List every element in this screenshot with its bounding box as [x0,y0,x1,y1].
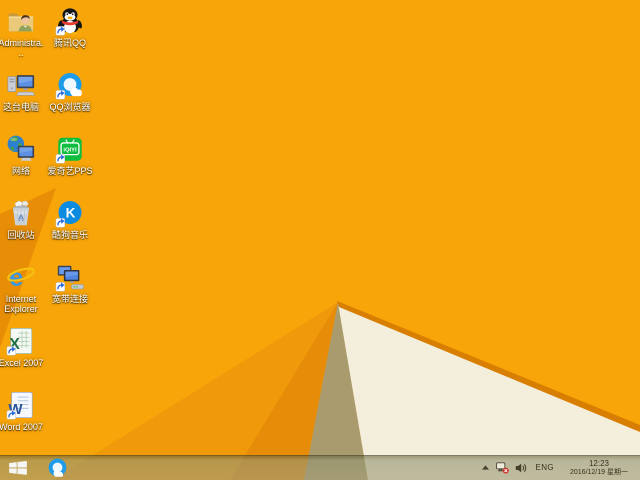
chevron-up-icon [481,463,490,472]
show-hidden-icons-button[interactable] [481,455,490,480]
ie-e-glyph: e [9,264,23,292]
desktop[interactable]: Administra... 这台电脑 网络 [0,0,640,480]
desktop-icon-network[interactable]: 网络 [0,134,44,176]
taskbar: ENG 12:23 2016/12/19 星期一 [0,455,640,480]
iqiyi-icon: iQIYI [55,134,85,164]
icon-label: 腾讯QQ [47,38,93,48]
wallpaper-image [0,0,640,480]
icon-label: Word 2007 [0,422,44,432]
iqiyi-wordmark: iQIYI [63,147,77,153]
input-language-indicator[interactable]: ENG [533,463,556,472]
volume-tray-icon[interactable] [515,455,527,480]
icon-label: Administra... [0,38,44,58]
network-status-tray-icon[interactable] [496,455,509,480]
shortcut-arrow-icon [56,218,65,227]
icon-label: Excel 2007 [0,358,44,368]
icon-label: 回收站 [0,230,44,240]
shortcut-arrow-icon [56,282,65,291]
system-tray: ENG 12:23 2016/12/19 星期一 [481,455,640,480]
taskbar-clock[interactable]: 12:23 2016/12/19 星期一 [562,455,636,480]
clock-date: 2016/12/19 星期一 [570,468,628,477]
shortcut-arrow-icon [7,346,16,355]
desktop-icon-kugou-music[interactable]: K 酷狗音乐 [47,198,93,240]
icon-label: Internet Explorer [0,294,44,314]
desktop-icon-broadband-connection[interactable]: 宽带连接 [47,262,93,304]
qq-browser-icon [47,457,68,478]
taskbar-qq-browser-button[interactable] [44,455,71,480]
icon-label: 网络 [0,166,44,176]
desktop-icon-excel-2007[interactable]: X Excel 2007 [0,326,44,368]
clock-time: 12:23 [589,459,609,468]
desktop-icon-tencent-qq[interactable]: 腾讯QQ [47,6,93,48]
user-folder-icon [6,6,36,36]
network-disconnected-icon [496,461,509,474]
desktop-icon-administrator[interactable]: Administra... [0,6,44,58]
excel-icon: X [6,326,36,356]
shortcut-arrow-icon [56,26,65,35]
icon-label: 爱奇艺PPS [47,166,93,176]
start-button[interactable] [0,455,36,480]
qq-penguin-icon [55,6,85,36]
kugou-k-glyph: K [66,206,76,221]
shortcut-arrow-icon [56,154,65,163]
windows-logo-icon [9,461,27,475]
kugou-icon: K [55,198,85,228]
desktop-icon-recycle-bin[interactable]: 回收站 [0,198,44,240]
desktop-icon-qq-browser[interactable]: QQ浏览器 [47,70,93,112]
internet-explorer-icon: e [6,262,36,292]
icon-label: 这台电脑 [0,102,44,112]
icon-label: 宽带连接 [47,294,93,304]
desktop-icon-iqiyi-pps[interactable]: iQIYI 爱奇艺PPS [47,134,93,176]
network-globe-icon [6,134,36,164]
desktop-icon-internet-explorer[interactable]: e Internet Explorer [0,262,44,314]
computer-icon [6,70,36,100]
speaker-icon [515,462,527,474]
icon-label: QQ浏览器 [47,102,93,112]
broadband-connection-icon [55,262,85,292]
shortcut-arrow-icon [7,410,16,419]
qq-browser-icon [55,70,85,100]
desktop-icon-this-pc[interactable]: 这台电脑 [0,70,44,112]
icon-label: 酷狗音乐 [47,230,93,240]
recycle-bin-icon [6,198,36,228]
desktop-icon-word-2007[interactable]: W Word 2007 [0,390,44,432]
shortcut-arrow-icon [56,90,65,99]
word-icon: W [6,390,36,420]
